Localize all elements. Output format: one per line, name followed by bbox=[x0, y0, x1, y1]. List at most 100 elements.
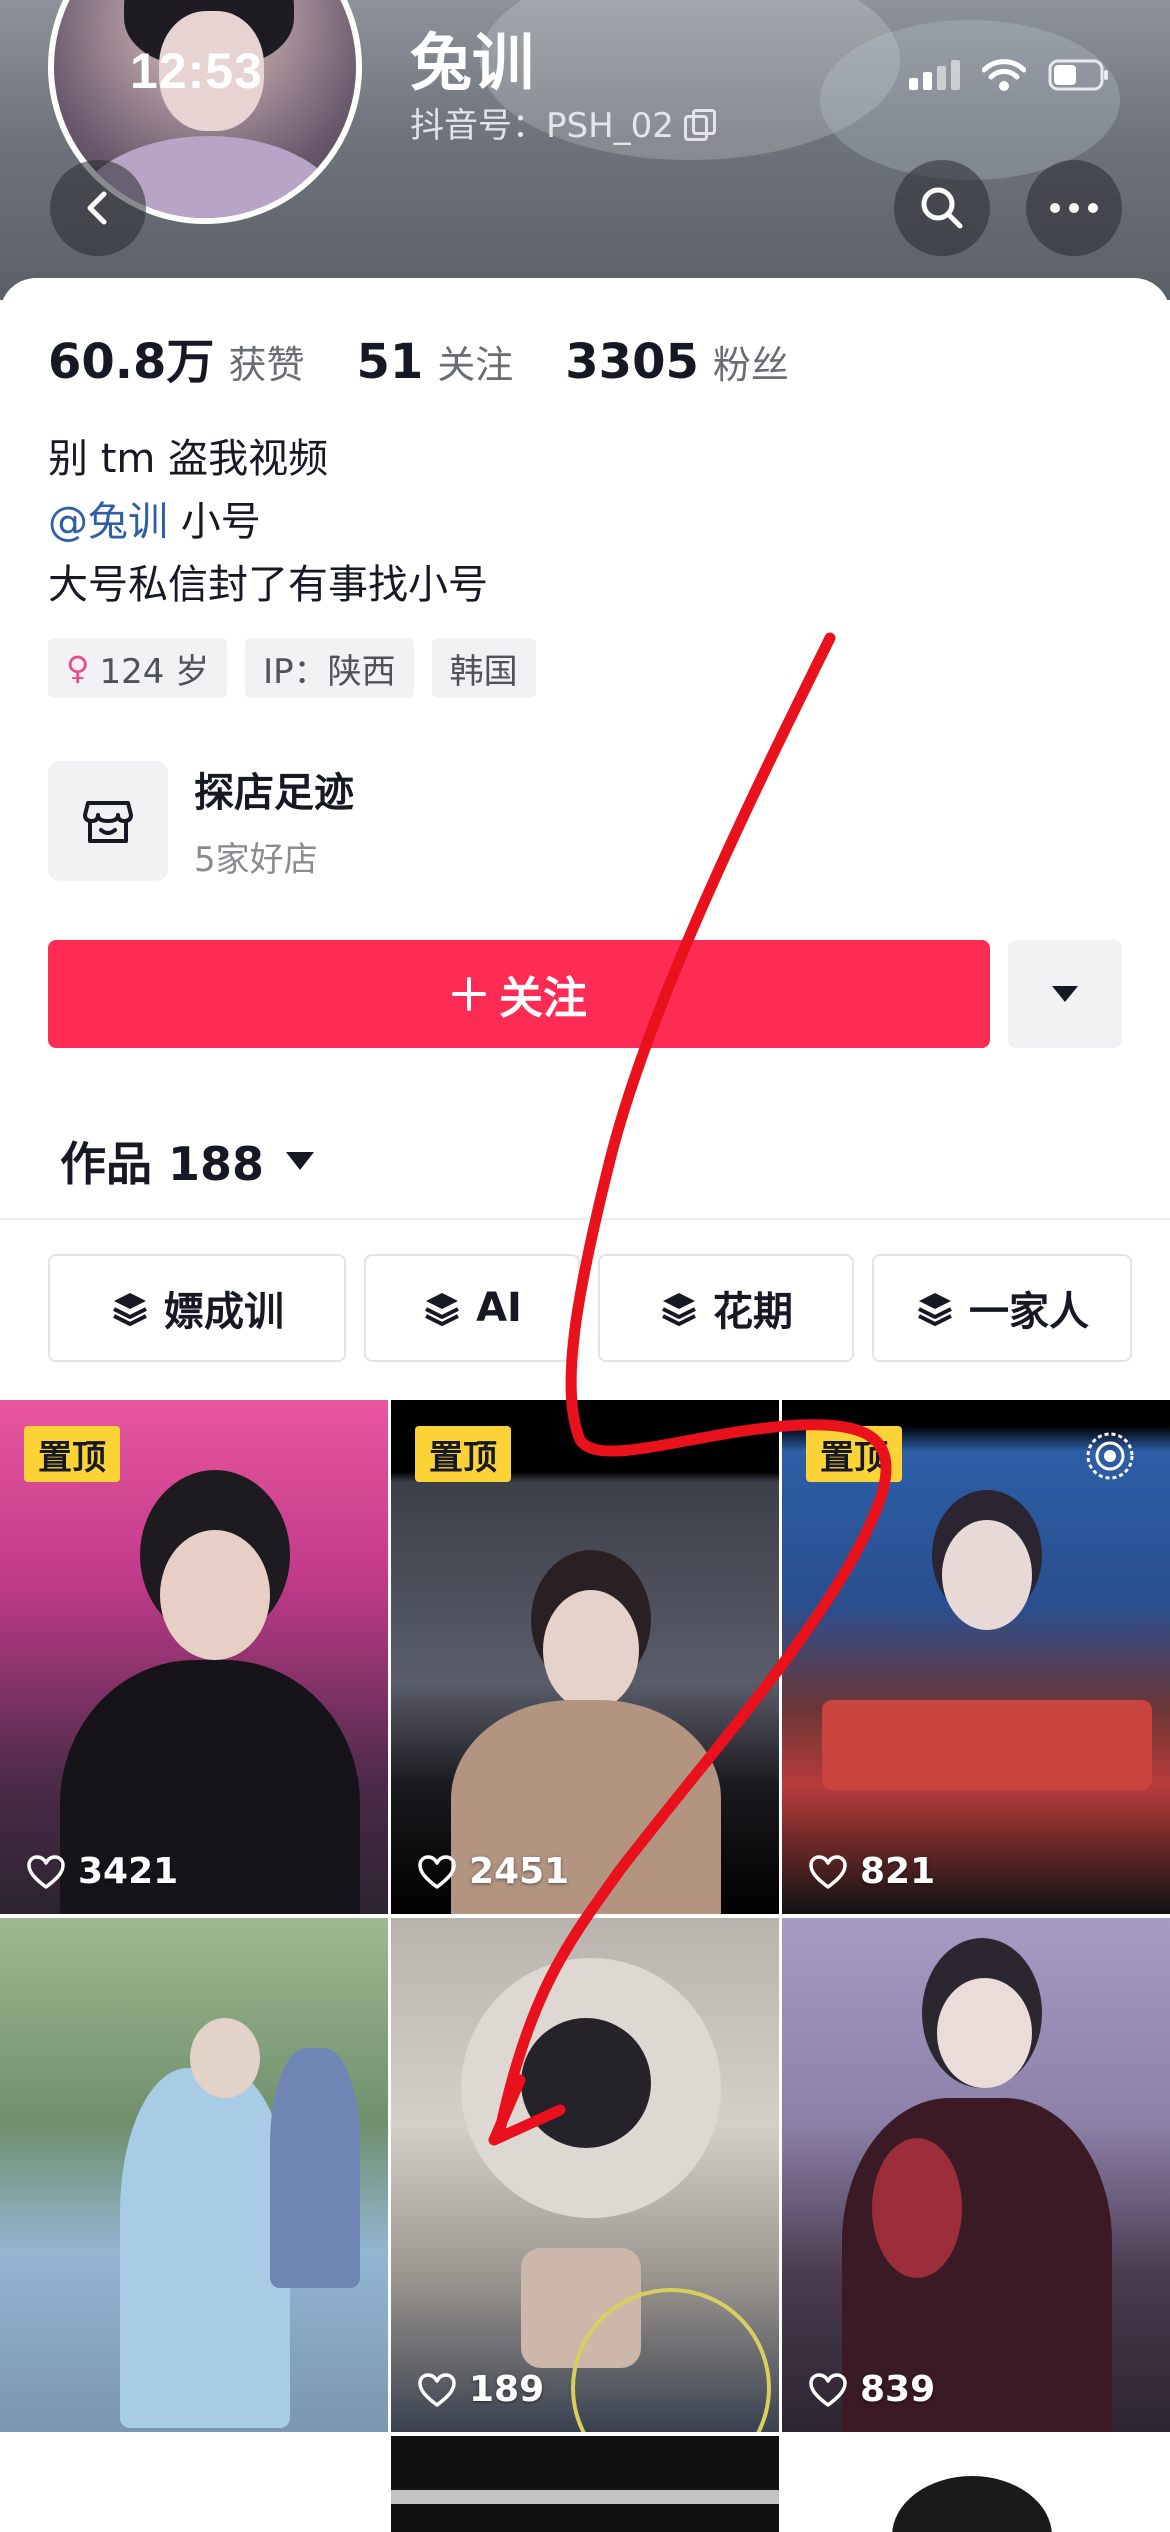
collection-chip[interactable]: 一家人 bbox=[872, 1254, 1132, 1362]
triangle-down-icon bbox=[286, 1152, 315, 1170]
video-thumbnail[interactable] bbox=[391, 2436, 779, 2532]
collection-chip[interactable]: 嫖成训 bbox=[48, 1254, 346, 1362]
stat-following[interactable]: 51 关注 bbox=[356, 334, 513, 390]
stat-value: 51 bbox=[356, 334, 424, 390]
stat-label: 关注 bbox=[437, 343, 514, 387]
collection-chip-label: AI bbox=[476, 1285, 522, 1331]
thumbnail-figure bbox=[521, 2018, 651, 2148]
thumbnail-figure bbox=[872, 2138, 962, 2278]
search-button[interactable] bbox=[894, 160, 990, 256]
thumbnail-figure bbox=[543, 1590, 639, 1710]
collection-chips: 嫖成训 AI 花期 一家人 bbox=[48, 1254, 1132, 1362]
heart-icon bbox=[808, 1854, 848, 1890]
tag-text: 124 岁 bbox=[99, 651, 210, 692]
more-options-button[interactable] bbox=[1026, 160, 1122, 256]
bio-mention-link[interactable]: @兔训 bbox=[48, 499, 168, 545]
layers-icon bbox=[918, 1293, 952, 1326]
chevron-left-icon bbox=[87, 191, 107, 225]
stat-value: 3305 bbox=[565, 334, 699, 390]
profile-bio: 别 tm 盗我视频 @兔训 小号 大号私信封了有事找小号 bbox=[48, 428, 488, 617]
profile-tags: ♀ 124 岁 IP：陕西 韩国 bbox=[48, 638, 536, 698]
like-count-value: 821 bbox=[860, 1851, 936, 1892]
collection-chip[interactable]: AI bbox=[364, 1254, 580, 1362]
like-count-value: 2451 bbox=[469, 1851, 570, 1892]
thumbnail-figure bbox=[270, 2048, 360, 2288]
battery-icon bbox=[1048, 59, 1110, 91]
tag-ip-location: IP：陕西 bbox=[245, 638, 414, 698]
stat-label: 粉丝 bbox=[712, 343, 789, 387]
thumbnail-figure bbox=[937, 1978, 1032, 2088]
heart-icon bbox=[808, 2372, 848, 2408]
bio-line: 别 tm 盗我视频 bbox=[48, 436, 329, 482]
layers-icon bbox=[425, 1293, 459, 1326]
video-thumbnail[interactable]: 置顶 3421 bbox=[0, 1400, 388, 1914]
collection-chip-label: 嫖成训 bbox=[164, 1289, 284, 1335]
collection-chip-label: 一家人 bbox=[969, 1289, 1089, 1335]
thumbnail-figure bbox=[190, 2018, 260, 2098]
stat-followers[interactable]: 3305 粉丝 bbox=[565, 334, 789, 390]
video-thumbnail[interactable] bbox=[0, 1918, 388, 2432]
video-thumbnail[interactable] bbox=[782, 2436, 1170, 2532]
video-thumbnail[interactable]: 置顶 2451 bbox=[391, 1400, 779, 1914]
pinned-badge: 置顶 bbox=[415, 1426, 511, 1482]
video-thumbnail[interactable]: 839 bbox=[782, 1918, 1170, 2432]
like-count: 821 bbox=[808, 1851, 935, 1892]
shop-title: 探店足迹 bbox=[194, 770, 354, 816]
thumbnail-figure bbox=[160, 1530, 270, 1660]
bio-mention-suffix: 小号 bbox=[168, 499, 261, 545]
plus-icon bbox=[452, 977, 486, 1011]
thumbnail-stage bbox=[822, 1700, 1152, 1790]
thumbnail-figure bbox=[120, 2068, 290, 2428]
like-count: 3421 bbox=[26, 1851, 178, 1892]
recommend-dropdown-button[interactable] bbox=[1008, 940, 1122, 1048]
layers-icon bbox=[113, 1293, 147, 1326]
bio-line: 大号私信封了有事找小号 bbox=[48, 562, 488, 608]
collection-chip-label: 花期 bbox=[713, 1289, 793, 1335]
heart-icon bbox=[417, 2372, 457, 2408]
video-thumbnail[interactable] bbox=[0, 2436, 388, 2532]
profile-stats: 60.8万 获赞 51 关注 3305 粉丝 bbox=[48, 322, 789, 392]
follow-button[interactable]: 关注 bbox=[48, 940, 990, 1048]
stat-label: 获赞 bbox=[228, 343, 305, 387]
douyin-id-text: 抖音号：PSH_02 bbox=[410, 106, 674, 146]
profile-nickname: 兔训 bbox=[410, 26, 535, 99]
tag-text: IP：陕西 bbox=[263, 651, 396, 692]
triangle-down-icon bbox=[1052, 986, 1078, 1002]
follow-button-label: 关注 bbox=[499, 973, 587, 1024]
thumbnail-figure bbox=[892, 2476, 1052, 2532]
shop-visits-entry[interactable]: 探店足迹 5家好店 bbox=[48, 760, 354, 881]
tag-text: 韩国 bbox=[449, 651, 518, 692]
female-icon: ♀ bbox=[66, 649, 90, 687]
pinned-badge: 置顶 bbox=[806, 1426, 902, 1482]
shop-text: 探店足迹 5家好店 bbox=[194, 760, 354, 881]
profile-header: 12:53 兔训 抖音号：PSH_02 bbox=[0, 0, 1170, 300]
like-count: 189 bbox=[417, 2369, 544, 2410]
stat-likes[interactable]: 60.8万 获赞 bbox=[48, 322, 304, 392]
bio-line: @兔训 小号 bbox=[48, 491, 488, 554]
tab-works[interactable]: 作品 188 bbox=[60, 1128, 315, 1194]
like-count-value: 839 bbox=[860, 2369, 936, 2410]
like-count: 2451 bbox=[417, 1851, 569, 1892]
search-icon bbox=[921, 187, 963, 229]
cellular-signal-icon bbox=[909, 60, 960, 90]
stat-value: 60.8万 bbox=[48, 334, 215, 390]
video-thumbnail[interactable]: 189 bbox=[391, 1918, 779, 2432]
pinned-badge: 置顶 bbox=[24, 1426, 120, 1482]
like-count-value: 189 bbox=[469, 2369, 545, 2410]
layers-icon bbox=[662, 1293, 696, 1326]
store-icon bbox=[83, 800, 133, 843]
home-indicator bbox=[380, 2490, 790, 2504]
video-thumbnail[interactable]: 置顶 821 bbox=[782, 1400, 1170, 1914]
copy-icon[interactable] bbox=[683, 108, 716, 141]
back-button[interactable] bbox=[50, 160, 146, 256]
douyin-id-row: 抖音号：PSH_02 bbox=[410, 98, 716, 147]
status-bar-icons bbox=[909, 58, 1110, 92]
shop-subtitle: 5家好店 bbox=[194, 840, 318, 880]
heart-icon bbox=[26, 1854, 66, 1890]
header-background-blur bbox=[820, 20, 1120, 180]
tag-age: ♀ 124 岁 bbox=[48, 638, 228, 698]
collection-chip[interactable]: 花期 bbox=[598, 1254, 854, 1362]
status-bar-time: 12:53 bbox=[130, 43, 263, 99]
more-icon bbox=[1050, 203, 1098, 213]
thumbnail-figure bbox=[942, 1520, 1032, 1630]
